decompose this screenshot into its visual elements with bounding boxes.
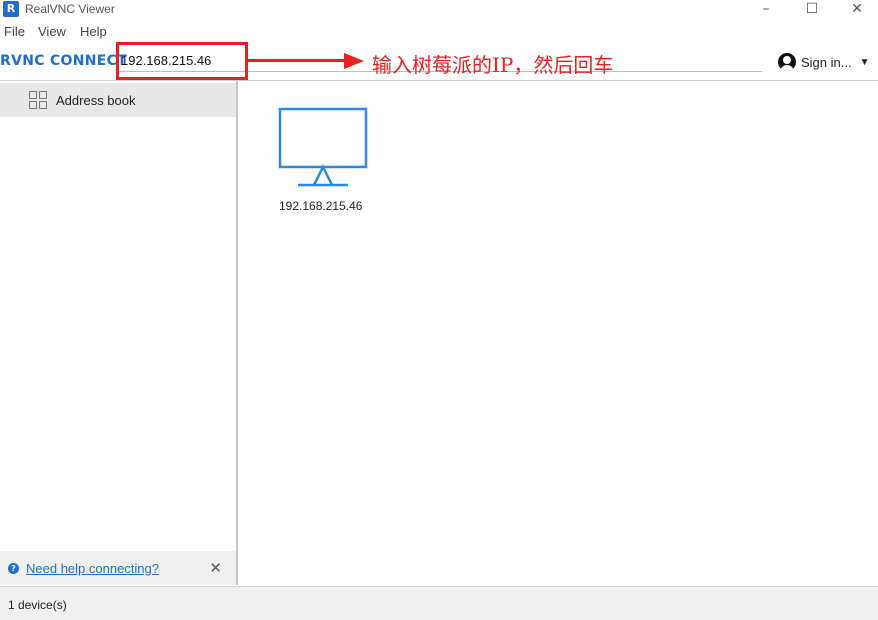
sign-in-label: Sign in... bbox=[801, 54, 852, 70]
need-help-link[interactable]: Need help connecting? bbox=[26, 561, 159, 576]
minimize-button[interactable]: – bbox=[746, 0, 786, 20]
device-label: 192.168.215.46 bbox=[279, 199, 363, 213]
realvnc-logo-icon: R bbox=[3, 1, 19, 17]
close-icon[interactable]: ✕ bbox=[209, 559, 222, 577]
annotation-arrow-head bbox=[344, 53, 364, 69]
sign-in-button[interactable]: Sign in... ▼ bbox=[778, 51, 870, 73]
help-bar: ? Need help connecting? ✕ bbox=[0, 551, 236, 585]
chevron-down-icon: ▼ bbox=[859, 56, 870, 68]
grid-icon bbox=[29, 91, 47, 109]
window-title: RealVNC Viewer bbox=[25, 2, 115, 16]
device-tile[interactable] bbox=[278, 107, 370, 192]
toolbar: RVNC CONNECT 输入树莓派的IP，然后回车 Sign in... ▼ bbox=[0, 42, 878, 81]
address-book-content: 192.168.215.46 bbox=[238, 81, 878, 585]
close-button[interactable]: ✕ bbox=[837, 0, 877, 20]
title-bar: R RealVNC Viewer – ☐ ✕ bbox=[0, 0, 878, 22]
sidebar-item-address-book[interactable]: Address book bbox=[0, 83, 236, 117]
user-avatar-icon bbox=[778, 53, 796, 71]
menu-file[interactable]: File bbox=[4, 24, 25, 40]
device-count: 1 device(s) bbox=[8, 598, 67, 612]
vnc-connect-logo: RVNC CONNECT bbox=[0, 53, 128, 69]
annotation-text: 输入树莓派的IP，然后回车 bbox=[372, 53, 614, 77]
menu-bar: File View Help bbox=[0, 22, 878, 42]
menu-view[interactable]: View bbox=[38, 24, 66, 40]
annotation-highlight-box bbox=[116, 42, 248, 80]
sidebar: Address book ? Need help connecting? ✕ bbox=[0, 81, 238, 585]
info-icon: ? bbox=[8, 562, 19, 574]
monitor-icon bbox=[278, 107, 368, 187]
menu-help[interactable]: Help bbox=[80, 24, 107, 40]
sidebar-item-label: Address book bbox=[56, 92, 136, 108]
maximize-button[interactable]: ☐ bbox=[792, 0, 832, 20]
annotation-arrow-line bbox=[248, 59, 348, 62]
status-bar: 1 device(s) bbox=[0, 586, 878, 620]
